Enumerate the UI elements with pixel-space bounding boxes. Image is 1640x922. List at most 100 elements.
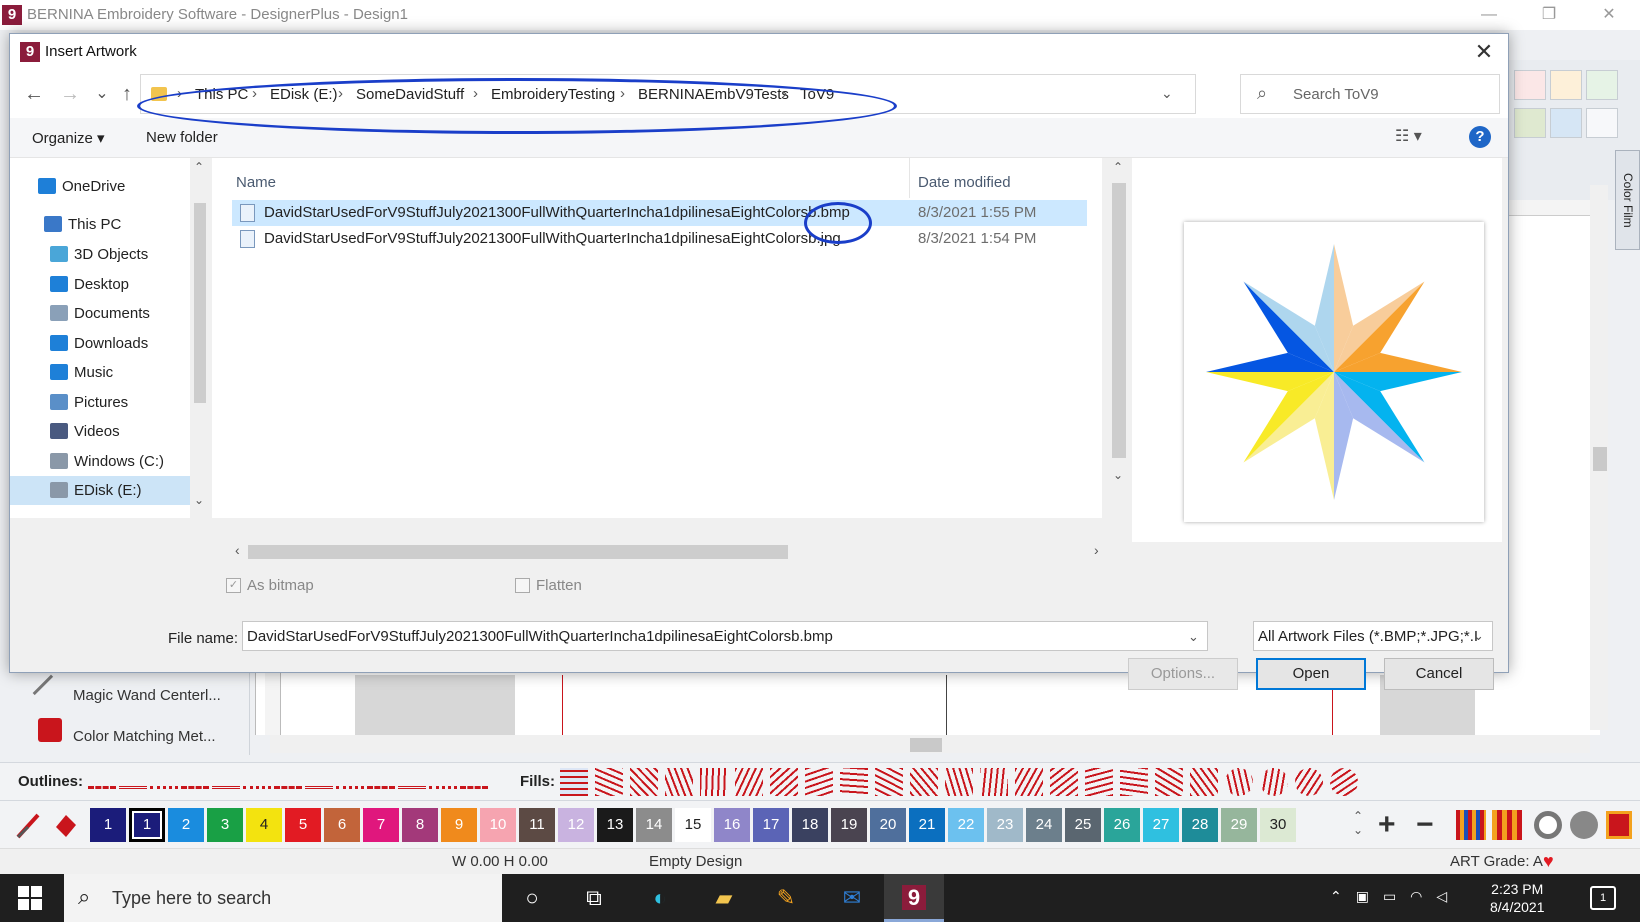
color-swatch[interactable]: 23 [987,808,1023,842]
column-header-date-modified[interactable]: Date modified [918,174,1011,191]
forward-arrow-icon[interactable]: → [58,82,82,106]
nav-item[interactable]: Windows (C:) [10,447,190,476]
color-swatch[interactable]: 26 [1104,808,1140,842]
tatami-fill-icon[interactable] [560,768,588,796]
back-arrow-icon[interactable]: ← [22,82,46,106]
system-tray[interactable]: ⌃▣▭◠◁ [1330,888,1461,905]
scrollbar-thumb[interactable] [248,545,788,559]
open-button[interactable]: Open [1256,658,1366,690]
taskbar-clock[interactable]: 2:23 PM 8/4/2021 [1490,880,1545,916]
color-swatch[interactable]: 24 [1026,808,1062,842]
color-swatch[interactable]: 20 [870,808,906,842]
outlook-icon[interactable]: ✉ [822,874,882,922]
nav-item[interactable]: Documents [10,299,190,328]
color-swatch[interactable]: 5 [285,808,321,842]
color-swatch[interactable]: 1 [129,808,165,842]
color-matching-method-item[interactable]: Color Matching Met... [73,728,216,745]
recent-locations-icon[interactable]: ⌄ [90,82,114,106]
color-swatch[interactable]: 9 [441,808,477,842]
scroll-left-icon[interactable]: ‹ [235,542,240,558]
flower-tool-icon[interactable] [1586,70,1618,100]
file-explorer-icon[interactable]: ▰ [694,874,754,922]
color-film-tab[interactable]: Color Film [1615,150,1640,250]
palette-scroll-icon[interactable]: ⌃ ⌄ [1350,809,1366,841]
nav-item[interactable]: Downloads [10,329,190,358]
scroll-down-icon[interactable]: ⌄ [194,493,204,507]
color-swatch[interactable]: 22 [948,808,984,842]
magic-wand-centerline-item[interactable]: Magic Wand Centerl... [73,687,221,704]
view-options-icon[interactable]: ☷ ▾ [1395,126,1445,150]
star-fill-icon[interactable] [1225,768,1253,796]
ripple-fill-icon[interactable] [1295,768,1323,796]
thread-chart-icon[interactable] [1492,810,1522,840]
hatch-line-stitch-icon[interactable] [243,773,271,789]
help-icon[interactable]: ? [1469,126,1491,148]
lines-fill-icon[interactable] [1190,768,1218,796]
color-swatch[interactable]: 18 [792,808,828,842]
heart-fill-icon[interactable] [735,768,763,796]
cortana-icon[interactable]: ○ [502,874,562,922]
close-button[interactable]: ✕ [1586,2,1632,28]
scroll-right-icon[interactable]: › [1094,542,1099,558]
color-swatch[interactable]: 1 [90,808,126,842]
chevron-down-icon[interactable]: ⌄ [1161,85,1173,102]
column-header-name[interactable]: Name [236,174,276,191]
color-swatch[interactable]: 30 [1260,808,1296,842]
color-swatch[interactable]: 6 [324,808,360,842]
grid-fill-icon[interactable] [875,768,903,796]
file-list-vertical-scrollbar[interactable]: ⌃ ⌄ [1108,158,1130,488]
color-swatch[interactable]: 17 [753,808,789,842]
file-type-select[interactable]: All Artwork Files (*.BMP;*.JPG;*.I [1253,621,1493,651]
color-swatch[interactable]: 29 [1221,808,1257,842]
color-swatch[interactable]: 28 [1182,808,1218,842]
remove-color-icon[interactable]: − [1416,809,1434,841]
dots-fill-icon[interactable] [840,768,868,796]
fill-pattern-icon[interactable] [1514,108,1546,138]
spool-tool-icon[interactable] [1550,70,1582,100]
double-dash-stitch-icon[interactable] [119,773,147,789]
nav-item[interactable]: This PC [10,210,190,239]
color-swatch[interactable]: 2 [168,808,204,842]
color-swatch[interactable]: 12 [558,808,594,842]
bobbin-icon[interactable] [1570,811,1598,839]
bernina-app-icon[interactable]: 9 [884,874,944,922]
windows-start-icon[interactable] [18,886,42,910]
swirl-fill-icon[interactable] [980,768,1008,796]
scroll-down-icon[interactable]: ⌄ [1113,468,1123,482]
columns-fill-icon[interactable] [630,768,658,796]
scrollbar-thumb[interactable] [1593,447,1607,471]
file-list-horizontal-scrollbar[interactable]: ‹ › [232,542,1110,562]
new-folder-button[interactable]: New folder [146,129,218,146]
nav-item[interactable]: Pictures [10,388,190,417]
color-swatch[interactable]: 4 [246,808,282,842]
cancel-button[interactable]: Cancel [1384,658,1494,690]
color-swatch[interactable]: 14 [636,808,672,842]
up-folder-icon[interactable]: ↑ [115,82,139,106]
nav-item[interactable]: Desktop [10,270,190,299]
taskbar-search-input[interactable]: ⌕ Type here to search [64,874,502,922]
color-swatch[interactable]: 11 [519,808,555,842]
wave-fill-icon[interactable] [1260,768,1288,796]
knot-fill-icon[interactable] [805,768,833,796]
organize-button[interactable]: Organize ▾ [32,129,105,147]
options-button[interactable]: Options... [1128,658,1238,690]
color-swatch[interactable]: 15 [675,808,711,842]
cross-line-stitch-icon[interactable] [398,773,426,789]
spool-icon[interactable] [1534,811,1562,839]
color-swatch[interactable]: 19 [831,808,867,842]
hatch-pattern-icon[interactable] [1550,108,1582,138]
thread-spool-icon[interactable] [1606,811,1632,839]
restore-button[interactable]: ❐ [1526,2,1572,28]
blanket-line-stitch-icon[interactable] [305,773,333,789]
thread-tool-icon[interactable] [1514,70,1546,100]
bar-line-stitch-icon[interactable] [336,773,364,789]
color-swatch[interactable]: 27 [1143,808,1179,842]
nav-item[interactable]: 3D Objects [10,240,190,269]
scroll-up-icon[interactable]: ⌃ [194,160,204,174]
chevron-down-icon[interactable]: ⌄ [1188,629,1199,645]
paint-app-icon[interactable]: ✎ [756,874,816,922]
cross-hatch-fill-icon[interactable] [665,768,693,796]
dash-dot-stitch-icon[interactable] [181,773,209,789]
scroll-up-icon[interactable]: ⌃ [1113,160,1123,174]
play-tool-icon[interactable] [1586,108,1618,138]
